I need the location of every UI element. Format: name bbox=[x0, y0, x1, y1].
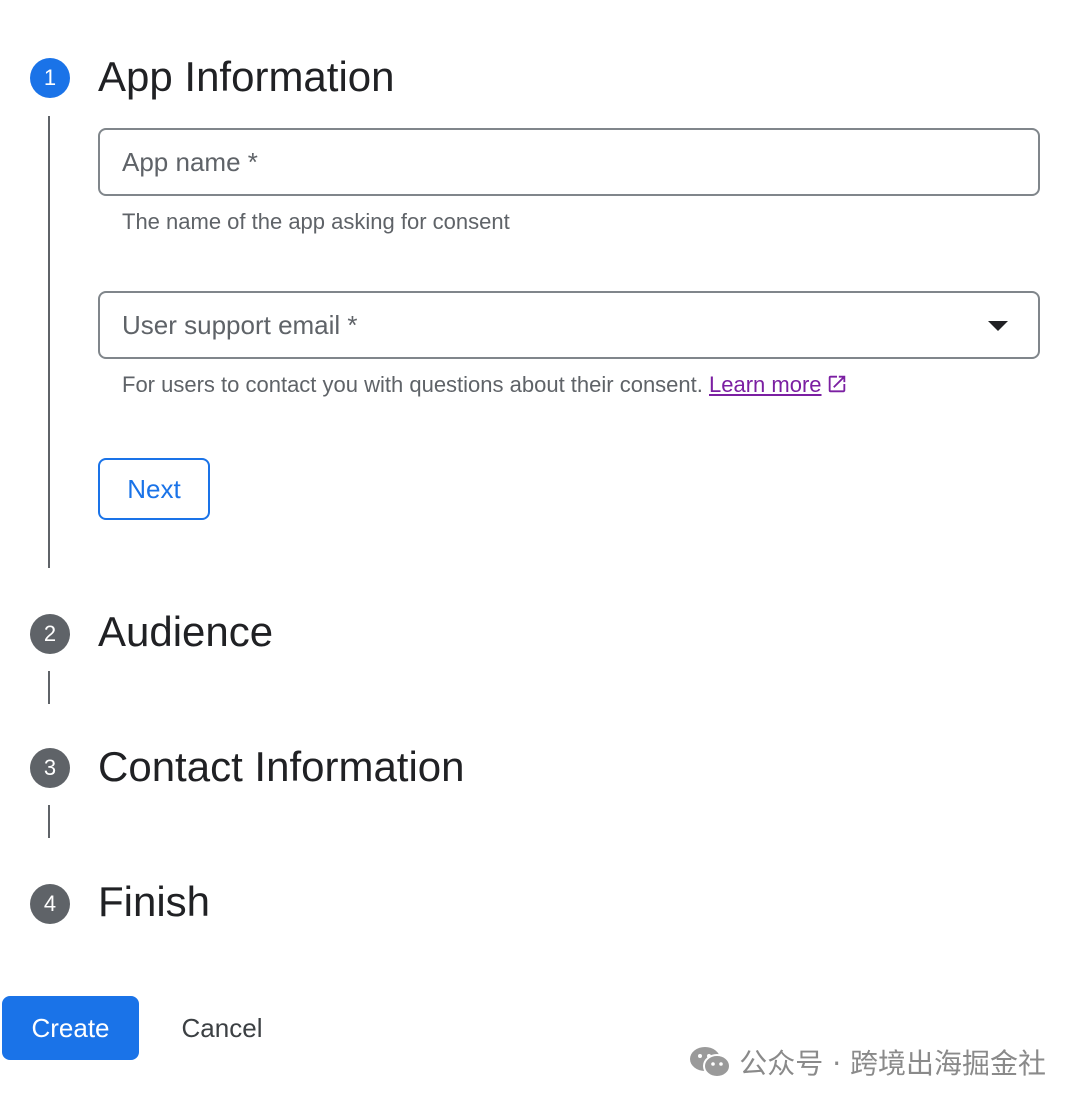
create-button[interactable]: Create bbox=[2, 996, 139, 1060]
oauth-consent-stepper-page: 1 App Information The name of the app as… bbox=[0, 0, 1080, 1106]
dropdown-arrow-icon bbox=[988, 321, 1008, 331]
step-3-connector bbox=[48, 805, 50, 838]
step-3-indicator: 3 bbox=[30, 748, 70, 788]
step-4-title[interactable]: Finish bbox=[98, 877, 210, 927]
app-name-input[interactable] bbox=[122, 130, 982, 194]
next-button[interactable]: Next bbox=[98, 458, 210, 520]
watermark-text: 公众号 · 跨境出海掘金社 bbox=[739, 1047, 1046, 1080]
user-support-email-select[interactable]: User support email * bbox=[98, 291, 1040, 359]
step-2-connector bbox=[48, 671, 50, 704]
step-4-indicator: 4 bbox=[30, 884, 70, 924]
user-support-email-hint-text: For users to contact you with questions … bbox=[122, 372, 703, 397]
learn-more-link[interactable]: Learn more bbox=[709, 372, 822, 397]
step-1-title[interactable]: App Information bbox=[98, 52, 395, 102]
step-1-connector bbox=[48, 116, 50, 568]
user-support-email-label: User support email * bbox=[122, 310, 358, 340]
wechat-icon bbox=[690, 1047, 732, 1078]
user-support-email-hint: For users to contact you with questions … bbox=[122, 370, 848, 400]
external-link-icon bbox=[828, 375, 845, 393]
step-2-title[interactable]: Audience bbox=[98, 607, 273, 657]
watermark: 公众号 · 跨境出海掘金社 bbox=[689, 1042, 1046, 1082]
step-1-indicator: 1 bbox=[30, 58, 70, 98]
app-name-hint: The name of the app asking for consent bbox=[122, 209, 510, 234]
step-3-title[interactable]: Contact Information bbox=[98, 742, 465, 792]
step-2-indicator: 2 bbox=[30, 614, 70, 654]
cancel-button[interactable]: Cancel bbox=[162, 996, 282, 1060]
learn-more-label: Learn more bbox=[709, 372, 822, 397]
app-name-field[interactable] bbox=[98, 128, 1040, 196]
